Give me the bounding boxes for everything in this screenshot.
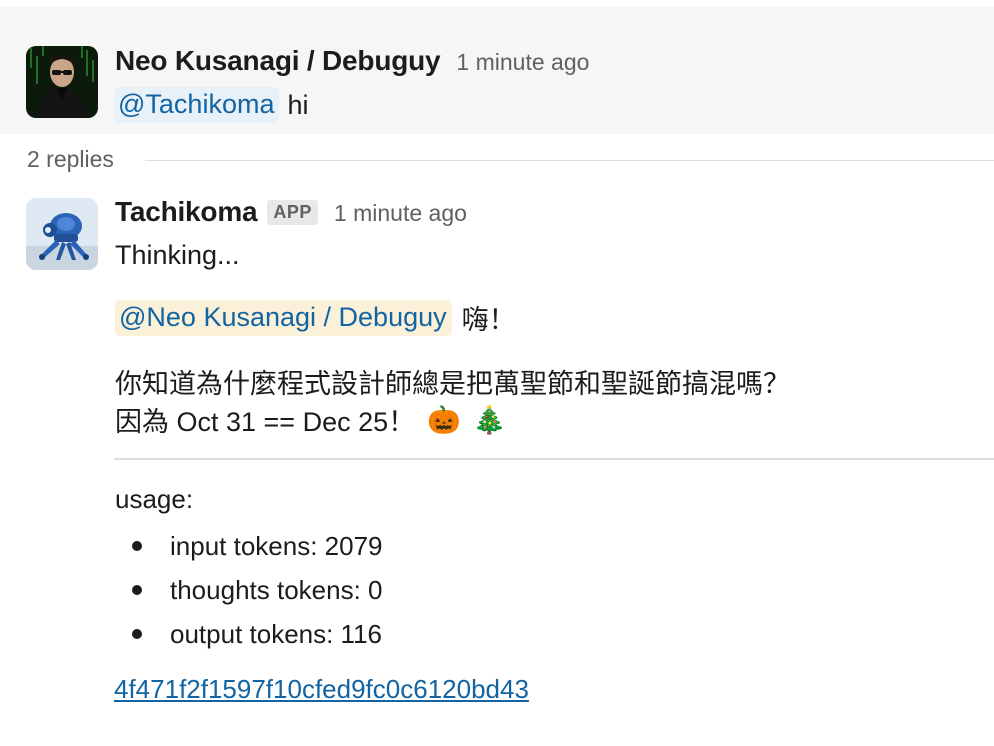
bot-name[interactable]: Tachikoma: [115, 196, 258, 228]
replies-count: 2 replies: [27, 146, 114, 172]
list-item: thoughts tokens: 0: [115, 568, 383, 612]
greeting-text: 嗨！: [461, 305, 516, 335]
christmas-tree-icon[interactable]: 🎄: [473, 404, 507, 436]
mention-tachikoma[interactable]: @Tachikoma: [114, 87, 280, 123]
bot-avatar[interactable]: [26, 198, 98, 270]
reply-timestamp[interactable]: 1 minute ago: [334, 200, 467, 227]
thinking-text: Thinking...: [115, 240, 240, 270]
joke-line-2: 因為 Oct 31 == Dec 25！ 🎃 🎄: [115, 400, 506, 439]
mention-neo[interactable]: @Neo Kusanagi / Debuguy: [115, 299, 452, 336]
neo-avatar-icon: [26, 46, 98, 118]
parent-body: @Tachikoma hi: [114, 87, 308, 123]
joke-line-1: 你知道為什麼程式設計師總是把萬聖節和聖誕節搞混嗎？: [115, 369, 790, 399]
bullet-icon: [132, 541, 142, 551]
greeting-line: @Neo Kusanagi / Debuguy 嗨！: [115, 298, 516, 337]
section-divider: [114, 458, 994, 460]
bullet-icon: [132, 585, 142, 595]
replies-divider: 2 replies: [27, 146, 994, 176]
reply-header: Tachikoma APP 1 minute ago: [115, 196, 467, 228]
bullet-icon: [132, 629, 142, 639]
tachikoma-avatar-icon: [26, 198, 98, 270]
app-badge: APP: [267, 200, 318, 225]
usage-thoughts-tokens: thoughts tokens: 0: [170, 574, 383, 605]
parent-message: Neo Kusanagi / Debuguy 1 minute ago @Tac…: [0, 7, 994, 134]
user-avatar[interactable]: [26, 46, 98, 118]
list-item: input tokens: 2079: [115, 524, 383, 568]
usage-list: input tokens: 2079 thoughts tokens: 0 ou…: [115, 524, 383, 656]
divider-line: [145, 160, 994, 161]
parent-header: Neo Kusanagi / Debuguy 1 minute ago: [115, 45, 589, 77]
jack-o-lantern-icon[interactable]: 🎃: [427, 404, 461, 436]
list-item: output tokens: 116: [115, 612, 383, 656]
timestamp[interactable]: 1 minute ago: [456, 49, 589, 76]
joke-line-2-text: 因為 Oct 31 == Dec 25！: [115, 407, 416, 437]
usage-output-tokens: output tokens: 116: [170, 618, 383, 649]
usage-label: usage:: [115, 484, 194, 514]
trace-hash-link[interactable]: 4f471f2f1597f10cfed9fc0c6120bd43: [114, 674, 529, 705]
author-name[interactable]: Neo Kusanagi / Debuguy: [115, 45, 441, 77]
message-text: hi: [287, 89, 309, 120]
usage-input-tokens: input tokens: 2079: [170, 530, 383, 561]
top-strip: [0, 0, 994, 7]
